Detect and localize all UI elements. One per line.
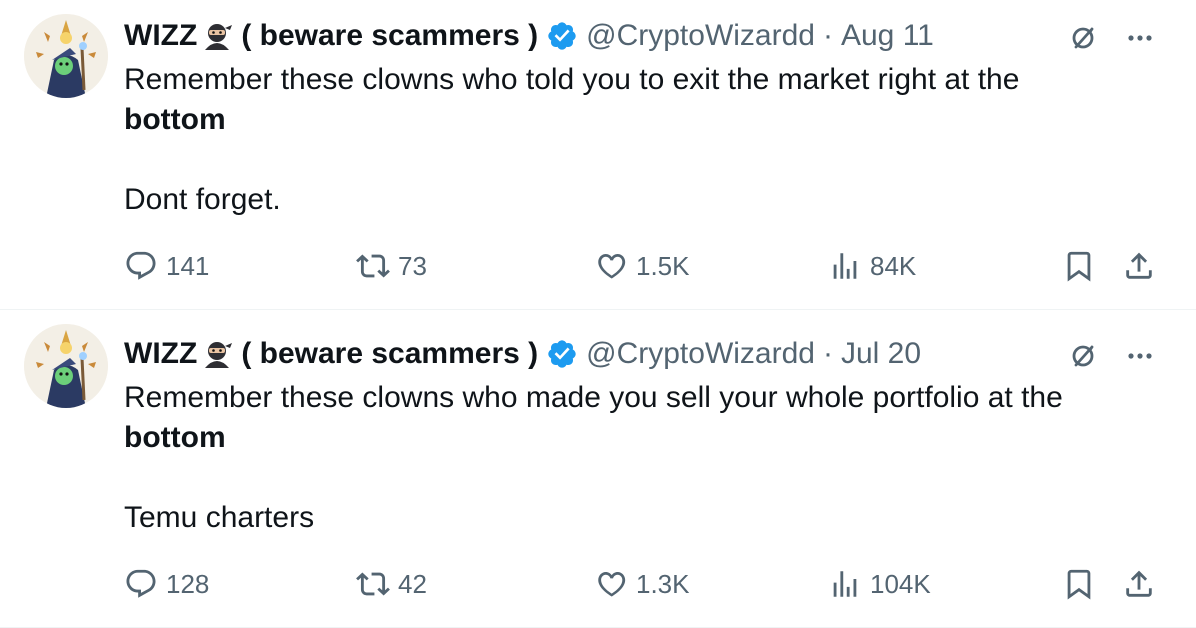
separator-dot: ·	[822, 337, 833, 370]
separator-dot: ·	[822, 19, 833, 52]
tweet-text-line: Remember these clowns who told you to ex…	[124, 63, 1020, 96]
tweet-header: WIZZ ( beware scammers ) @CryptoWizardd …	[124, 16, 934, 56]
like-button[interactable]: 1.3K	[594, 564, 690, 604]
tweet-text-line: Remember these clowns who made you sell …	[124, 381, 1063, 414]
share-icon	[1126, 570, 1152, 597]
views-count: 104K	[870, 568, 931, 599]
avatar[interactable]	[24, 14, 108, 98]
share-button[interactable]	[1122, 246, 1156, 286]
user-handle[interactable]: @CryptoWizardd	[586, 16, 815, 56]
views-count: 84K	[870, 250, 917, 281]
display-name[interactable]: WIZZ	[124, 334, 197, 374]
tweet[interactable]: WIZZ ( beware scammers ) @CryptoWizardd …	[0, 0, 1196, 310]
heart-icon	[598, 253, 626, 279]
tweet-text-line: Temu charters	[124, 501, 315, 534]
share-icon	[1126, 252, 1152, 279]
grok-icon[interactable]	[1066, 338, 1102, 374]
heart-icon	[598, 571, 626, 597]
reply-button[interactable]: 128	[124, 564, 209, 604]
like-count: 1.5K	[636, 250, 690, 281]
retweet-icon	[356, 254, 390, 278]
tweet-text: Remember these clowns who told you to ex…	[124, 60, 1164, 220]
views-button[interactable]: 104K	[828, 564, 931, 604]
tweet[interactable]: WIZZ ( beware scammers ) @CryptoWizardd …	[0, 310, 1196, 628]
tweet-text-bold: bottom	[124, 421, 226, 454]
reply-count: 128	[166, 568, 210, 599]
ninja-emoji-icon	[199, 20, 235, 52]
bookmark-icon	[1067, 569, 1091, 600]
share-button[interactable]	[1122, 564, 1156, 604]
avatar[interactable]	[24, 324, 108, 408]
more-dots-icon[interactable]	[1122, 338, 1158, 374]
bookmark-button[interactable]	[1062, 246, 1096, 286]
views-bar-chart-icon	[833, 571, 857, 597]
tweet-date[interactable]: Jul 20	[841, 334, 921, 374]
tweet-text-bold: bottom	[124, 103, 226, 136]
reply-icon	[126, 251, 156, 280]
action-bar: 128 42 1.3K 104K	[124, 564, 1164, 604]
like-button[interactable]: 1.5K	[594, 246, 690, 286]
tweet-header: WIZZ ( beware scammers ) @CryptoWizardd …	[124, 334, 921, 374]
wizard-avatar-icon	[24, 14, 108, 98]
user-handle[interactable]: @CryptoWizardd	[586, 334, 815, 374]
tweet-date[interactable]: Aug 11	[841, 16, 934, 56]
reply-icon	[126, 569, 156, 598]
grok-icon[interactable]	[1066, 20, 1102, 56]
action-bar: 141 73 1.5K 84K	[124, 246, 1164, 286]
wizard-avatar-icon	[24, 324, 108, 408]
tweet-text-line: Dont forget.	[124, 183, 281, 216]
tweet-text: Remember these clowns who made you sell …	[124, 378, 1164, 538]
reply-button[interactable]: 141	[124, 246, 209, 286]
retweet-count: 73	[398, 250, 427, 281]
retweet-button[interactable]: 42	[356, 564, 427, 604]
more-dots-icon[interactable]	[1122, 20, 1158, 56]
retweet-button[interactable]: 73	[356, 246, 427, 286]
retweet-icon	[356, 572, 390, 596]
like-count: 1.3K	[636, 568, 690, 599]
ninja-emoji-icon	[199, 338, 235, 370]
retweet-count: 42	[398, 568, 427, 599]
views-button[interactable]: 84K	[828, 246, 916, 286]
bookmark-icon	[1067, 251, 1091, 282]
bookmark-button[interactable]	[1062, 564, 1096, 604]
verified-badge-icon	[546, 338, 578, 370]
tweet-feed: WIZZ ( beware scammers ) @CryptoWizardd …	[0, 0, 1196, 628]
verified-badge-icon	[546, 20, 578, 52]
display-name-suffix[interactable]: ( beware scammers )	[241, 16, 538, 56]
reply-count: 141	[166, 250, 210, 281]
display-name-suffix[interactable]: ( beware scammers )	[241, 334, 538, 374]
views-bar-chart-icon	[833, 253, 857, 279]
display-name[interactable]: WIZZ	[124, 16, 197, 56]
